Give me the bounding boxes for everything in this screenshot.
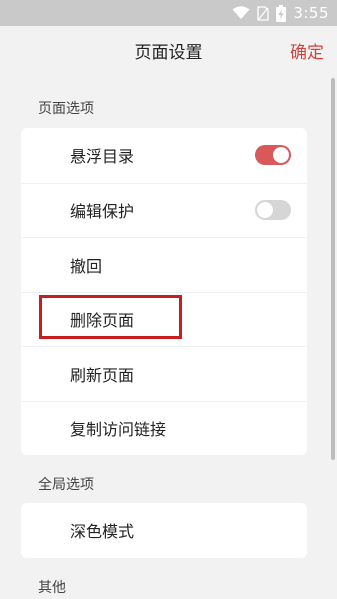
battery-charging-icon [276,4,287,22]
status-icons: 3:55 [232,4,329,22]
header: 页面设置 确定 [0,26,337,74]
section-label-global-options: 全局选项 [38,477,94,493]
delete-page-label: 删除页面 [70,311,135,331]
wifi-icon [232,6,250,19]
floating-toc-row[interactable]: 悬浮目录 [21,128,307,183]
page-title: 页面设置 [134,43,203,63]
no-sim-icon [257,5,269,21]
copy-link-label: 复制访问链接 [70,420,167,440]
refresh-page-label: 刷新页面 [70,365,135,385]
floating-toc-toggle[interactable] [255,145,291,166]
status-bar: 3:55 [0,0,337,26]
section-label-page-options: 页面选项 [38,101,94,117]
toggle-knob [273,147,289,164]
scrollbar[interactable] [331,78,335,460]
edit-protect-label: 编辑保护 [70,202,135,222]
copy-link-row[interactable]: 复制访问链接 [21,400,307,456]
edit-protect-row[interactable]: 编辑保护 [21,182,307,238]
dark-mode-label: 深色模式 [70,522,135,542]
undo-row[interactable]: 撤回 [21,237,307,292]
section-label-other: 其他 [38,580,66,596]
floating-toc-label: 悬浮目录 [70,147,135,167]
toggle-knob [257,202,273,219]
global-options-card: 深色模式 [21,503,307,558]
delete-page-row[interactable]: 删除页面 [21,291,307,347]
edit-protect-toggle[interactable] [255,200,291,221]
status-time: 3:55 [293,4,329,22]
refresh-page-row[interactable]: 刷新页面 [21,346,307,401]
dark-mode-row[interactable]: 深色模式 [21,503,307,558]
confirm-button[interactable]: 确定 [290,38,324,63]
undo-label: 撤回 [70,256,103,276]
page-options-card: 悬浮目录 编辑保护 撤回 删除页面 刷新页面 复制访问链接 [21,128,307,455]
